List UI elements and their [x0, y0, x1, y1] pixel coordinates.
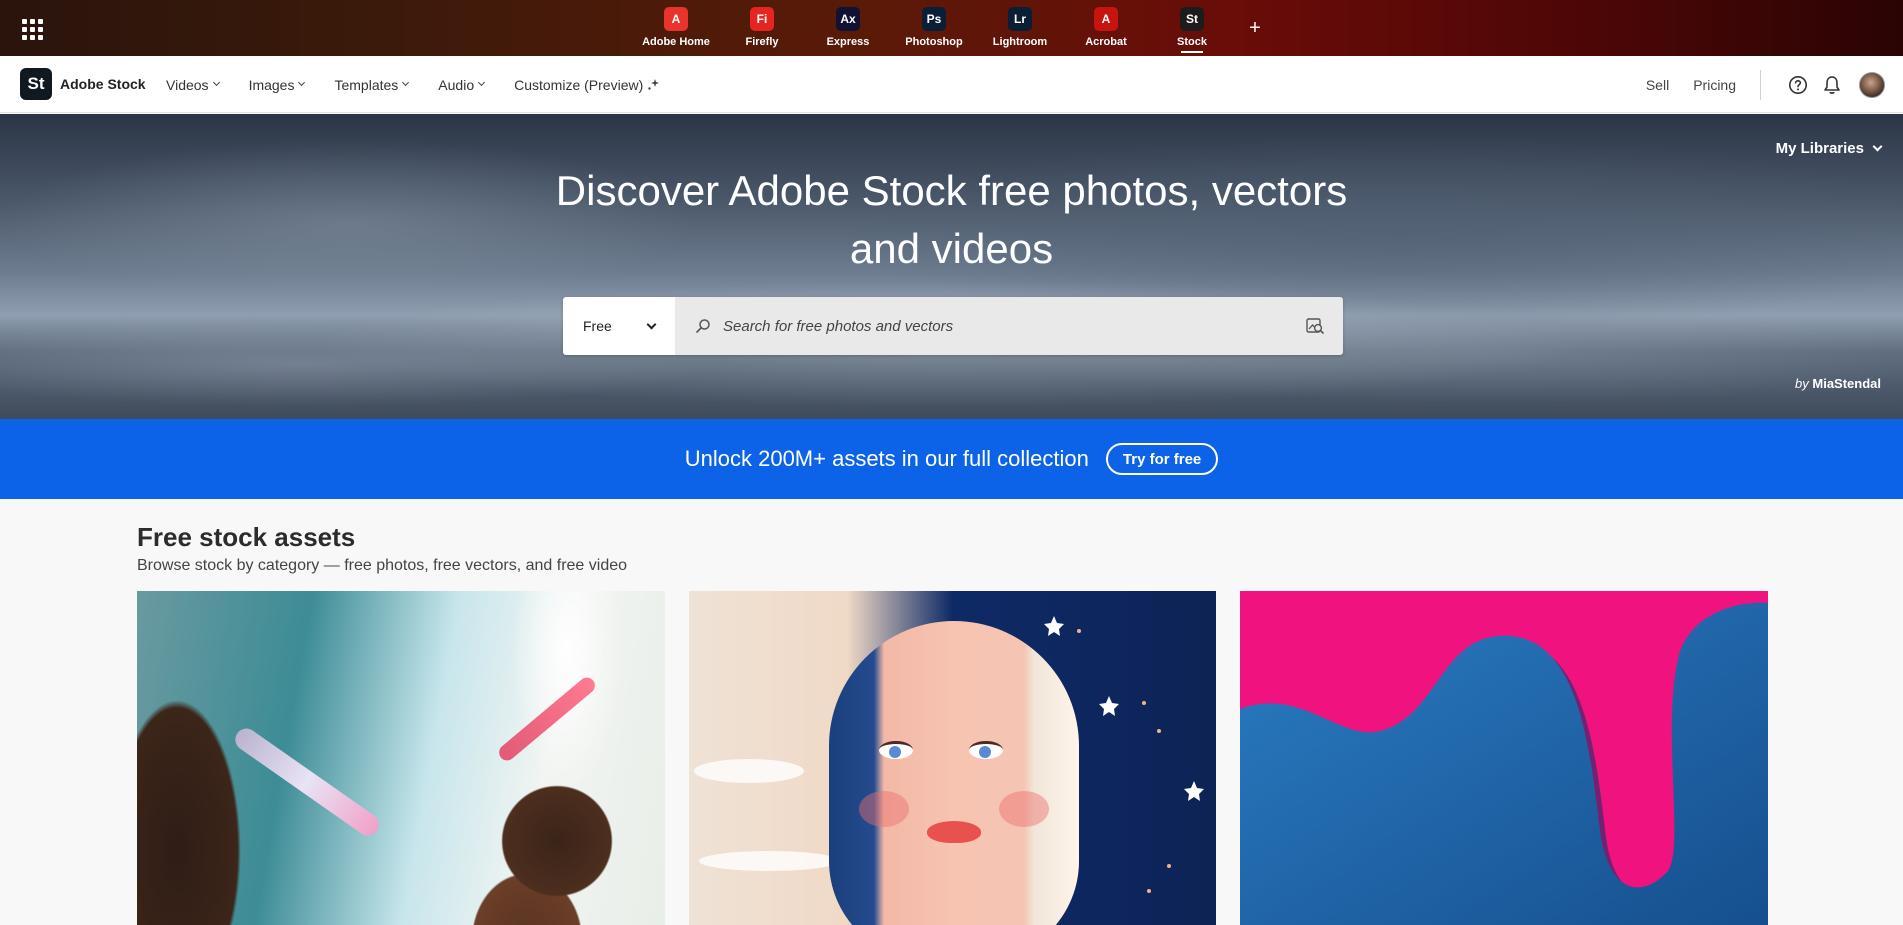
image-credit: by MiaStendal [1795, 376, 1881, 391]
app-express[interactable]: Ax Express [805, 0, 891, 56]
search-field [675, 297, 1343, 355]
app-grid-icon[interactable] [20, 17, 44, 41]
firefly-app-icon: Fi [750, 7, 774, 31]
section-subtitle: Browse stock by category — free photos, … [137, 557, 628, 574]
nav-templates[interactable]: Templates [334, 76, 410, 93]
chevron-down-icon [298, 78, 306, 87]
nav-audio[interactable]: Audio [438, 76, 486, 93]
chevron-down-icon [478, 78, 486, 87]
card-image-detail [927, 821, 981, 843]
nav-videos-label: Videos [166, 76, 209, 93]
sell-link[interactable]: Sell [1646, 77, 1669, 93]
app-label: Adobe Home [642, 36, 710, 48]
nav-right: Sell Pricing [1622, 56, 1885, 113]
adobe-stock-logo: St [20, 68, 52, 100]
nav-menu: Videos Images Templates Audio Customize … [166, 56, 689, 113]
user-avatar[interactable] [1859, 71, 1885, 98]
express-app-icon: Ax [836, 7, 860, 31]
app-stock[interactable]: St Stock [1149, 0, 1235, 56]
help-icon[interactable] [1787, 74, 1809, 96]
brand-name: Adobe Stock [60, 76, 146, 92]
adobe-home-app-icon: A [664, 7, 688, 31]
chevron-down-icon [212, 78, 220, 87]
app-label: Express [826, 36, 870, 48]
card-image-detail [999, 791, 1049, 827]
app-adobe-home[interactable]: A Adobe Home [633, 0, 719, 56]
nav-templates-label: Templates [334, 76, 399, 93]
nav-videos[interactable]: Videos [166, 76, 220, 93]
nav-customize-preview[interactable]: Customize (Preview) [514, 76, 660, 93]
app-label: Acrobat [1085, 36, 1127, 48]
nav-divider [1760, 69, 1761, 100]
nav-images-label: Images [248, 76, 295, 93]
section-title: Free stock assets [137, 522, 356, 552]
try-for-free-button[interactable]: Try for free [1105, 443, 1219, 475]
hero-banner: My Libraries Discover Adobe Stock free p… [0, 114, 1903, 419]
card-image-detail [829, 621, 1079, 925]
app-acrobat[interactable]: A Acrobat [1063, 0, 1149, 56]
search-icon [696, 319, 710, 333]
nav-customize-label: Customize (Preview) [514, 76, 644, 93]
my-libraries-button[interactable]: My Libraries [1775, 140, 1883, 157]
my-libraries-label: My Libraries [1775, 140, 1864, 157]
visual-search-icon[interactable] [1305, 316, 1325, 336]
app-label: Stock [1177, 36, 1207, 48]
credit-author-link[interactable]: MiaStendal [1812, 376, 1881, 391]
search-bar: Free [563, 297, 1343, 355]
search-filter-value: Free [583, 318, 612, 334]
main-nav: St Adobe Stock Videos Images Templates A… [0, 56, 1903, 113]
chevron-down-icon [402, 78, 410, 87]
lightroom-app-icon: Lr [1008, 7, 1032, 31]
hero-title: Discover Adobe Stock free photos, vector… [0, 162, 1903, 278]
nav-images[interactable]: Images [248, 76, 306, 93]
promo-text: Unlock 200M+ assets in our full collecti… [684, 446, 1089, 471]
card-image-detail [495, 674, 599, 764]
chevron-down-icon [646, 319, 657, 329]
app-label: Lightroom [992, 36, 1048, 48]
app-label: Firefly [745, 36, 779, 48]
category-card-photos[interactable] [137, 591, 665, 925]
chevron-down-icon [1872, 141, 1883, 152]
app-switcher-bar: A Adobe Home Fi Firefly Ax Express Ps Photoshop… [0, 0, 1903, 56]
nav-audio-label: Audio [438, 76, 475, 93]
pricing-link[interactable]: Pricing [1693, 77, 1736, 93]
card-image-detail [879, 741, 913, 759]
card-image-detail [859, 791, 909, 827]
add-app-icon[interactable]: + [1235, 0, 1275, 56]
app-lightroom[interactable]: Lr Lightroom [977, 0, 1063, 56]
acrobat-app-icon: A [1094, 7, 1118, 31]
app-firefly[interactable]: Fi Firefly [719, 0, 805, 56]
card-image-detail [969, 741, 1003, 759]
credit-by: by [1795, 376, 1809, 391]
abstract-wave-image [1240, 602, 1768, 925]
category-card-vectors[interactable] [689, 591, 1216, 925]
category-card-abstract[interactable] [1240, 591, 1768, 925]
sparkle-icon [648, 78, 660, 90]
app-list: A Adobe Home Fi Firefly Ax Express Ps Photoshop… [633, 0, 1275, 56]
bell-icon[interactable] [1821, 74, 1843, 96]
promo-banner: Unlock 200M+ assets in our full collecti… [0, 419, 1903, 499]
app-photoshop[interactable]: Ps Photoshop [891, 0, 977, 56]
photoshop-app-icon: Ps [922, 7, 946, 31]
hero-title-line-1: Discover Adobe Stock free photos, vector… [555, 167, 1348, 214]
app-label: Photoshop [905, 36, 963, 48]
search-input[interactable] [723, 317, 1283, 335]
search-filter-dropdown[interactable]: Free [563, 297, 675, 355]
adobe-stock-home-link[interactable]: St Adobe Stock [20, 68, 146, 100]
card-image-detail [231, 724, 383, 840]
stock-app-icon: St [1180, 7, 1204, 31]
hero-title-line-2: and videos [849, 225, 1054, 272]
